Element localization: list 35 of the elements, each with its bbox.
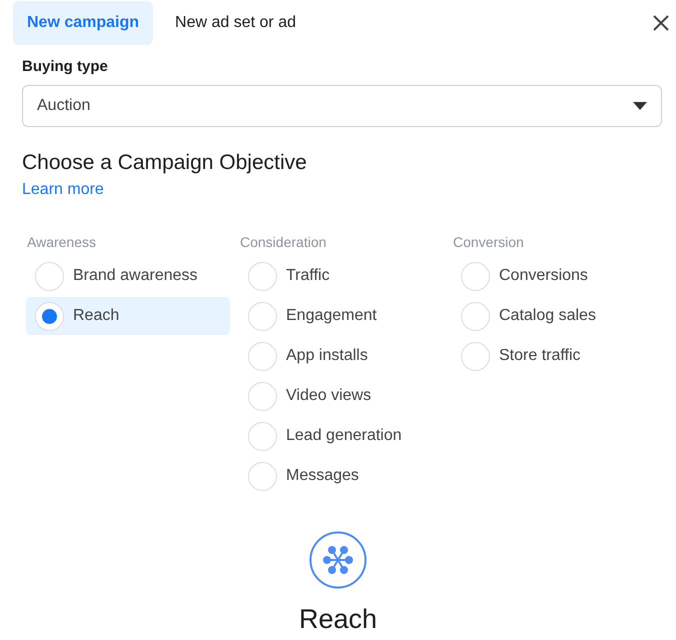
radio-button [248,302,277,330]
close-icon [652,14,670,32]
objective-option[interactable]: Traffic [239,257,443,295]
tab[interactable]: New ad set or ad [161,1,310,45]
radio-button [461,302,490,330]
objective-option[interactable]: Conversions [452,257,656,295]
learn-more-link[interactable]: Learn more [22,178,104,202]
radio-button [35,302,64,330]
objective-option[interactable]: Brand awareness [26,257,230,295]
radio-button [248,462,277,490]
objective-option[interactable]: Video views [239,377,443,415]
radio-button [248,262,277,290]
objective-option[interactable]: Engagement [239,297,443,335]
radio-button [248,342,277,370]
radio-button [461,342,490,370]
objective-title: Reach [298,603,378,636]
radio-button [35,262,64,290]
column-heading: Consideration [239,233,328,252]
objective-option[interactable]: Lead generation [239,417,443,455]
column-heading: Conversion [452,233,525,252]
buying-type-dropdown[interactable]: Auction [22,84,662,126]
objective-option[interactable]: Reach [26,297,230,335]
objective-option[interactable]: Catalog sales [452,297,656,335]
radio-button [461,262,490,290]
objective-option[interactable]: App installs [239,337,443,375]
objective-option[interactable]: Messages [239,457,443,495]
section-heading: Choose a Campaign Objective [21,150,308,176]
reach-icon [309,531,367,589]
column-heading: Awareness [26,233,98,252]
field-label: Buying type [21,57,109,77]
caret-icon [633,102,647,110]
tab[interactable]: New campaign [13,1,154,45]
radio-button [248,382,277,410]
radio-button [248,422,277,450]
objective-option[interactable]: Store traffic [452,337,656,375]
